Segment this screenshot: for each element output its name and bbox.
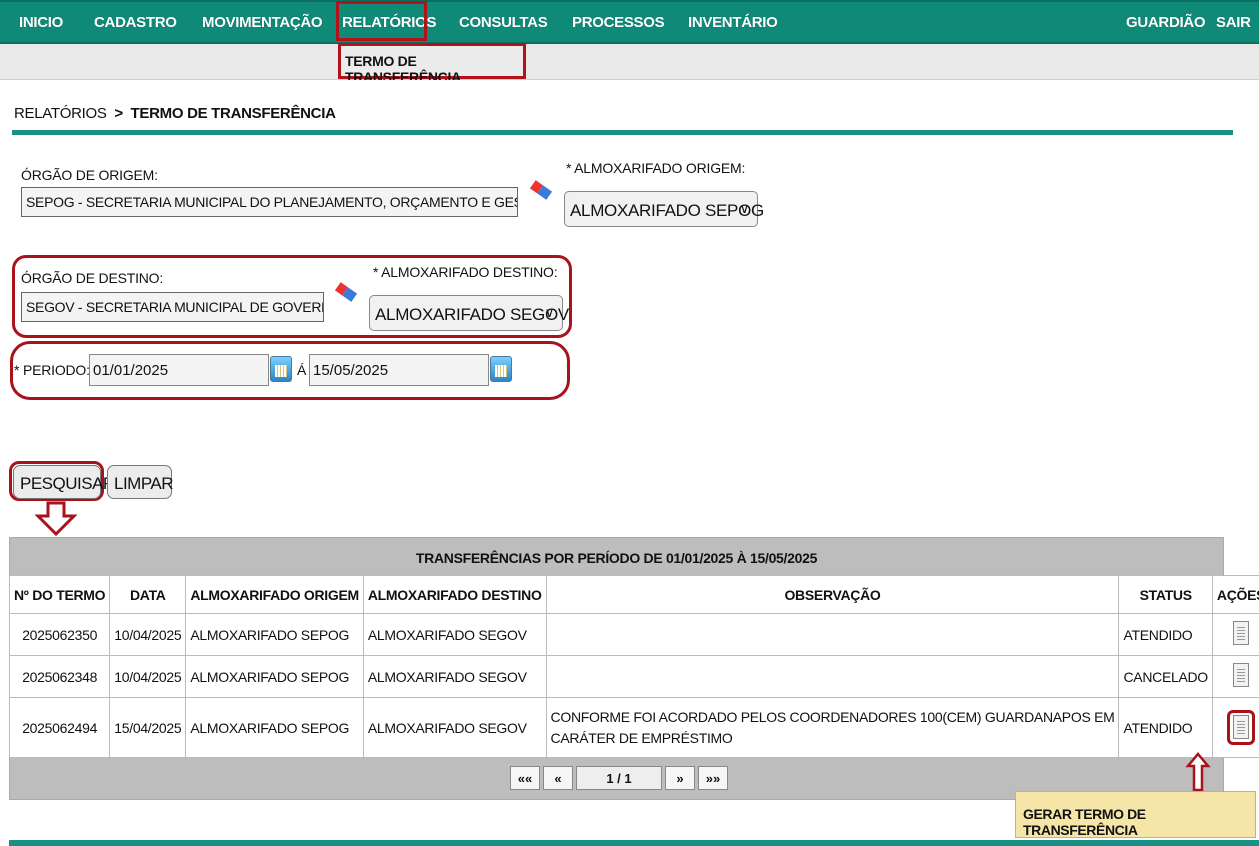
nav-sair[interactable]: SAIR — [1216, 14, 1251, 31]
periodo-fim-input[interactable]: 15/05/2025 — [309, 354, 489, 386]
col-header-destino: ALMOXARIFADO DESTINO — [362, 575, 547, 614]
periodo-separator: Á — [297, 362, 307, 378]
col-header-status: STATUS — [1118, 575, 1213, 614]
submenu-termo-transferencia[interactable]: TERMO DE TRANSFERÊNCIA — [338, 43, 526, 85]
col-header-termo: Nº DO TERMO — [8, 575, 111, 614]
nav-consultas[interactable]: CONSULTAS — [459, 14, 548, 31]
chevron-down-icon: ∨ — [544, 305, 555, 320]
almox-destino-label: * ALMOXARIFADO DESTINO: — [373, 264, 558, 280]
nav-cadastro[interactable]: CADASTRO — [94, 14, 177, 31]
cell-data: 10/04/2025 — [109, 613, 187, 656]
nav-guardiao[interactable]: GUARDIÃO — [1126, 14, 1206, 31]
col-header-data: DATA — [109, 575, 187, 614]
table-row: 2025062494 15/04/2025 ALMOXARIFADO SEPOG… — [8, 697, 1259, 758]
breadcrumb: RELATÓRIOS > TERMO DE TRANSFERÊNCIA — [14, 105, 336, 122]
gerar-termo-tooltip: GERAR TERMO DE TRANSFERÊNCIA — [1015, 791, 1256, 838]
chevron-down-icon: ∨ — [739, 201, 750, 216]
breadcrumb-separator: > — [114, 105, 123, 122]
divider — [12, 130, 1233, 135]
pesquisar-button[interactable]: PESQUISAR — [13, 465, 115, 499]
document-icon[interactable] — [1233, 663, 1250, 687]
cell-status: ATENDIDO — [1118, 697, 1213, 758]
arrow-down-icon — [35, 501, 77, 537]
cell-destino: ALMOXARIFADO SEGOV — [362, 697, 547, 758]
cell-destino: ALMOXARIFADO SEGOV — [362, 655, 547, 698]
results-title: TRANSFERÊNCIAS POR PERÍODO DE 01/01/2025… — [415, 550, 818, 566]
pagination: «« « 1 / 1 » »» — [510, 766, 728, 790]
table-row: 2025062350 10/04/2025 ALMOXARIFADO SEPOG… — [8, 613, 1259, 656]
cell-origem: ALMOXARIFADO SEPOG — [185, 697, 364, 758]
pager-prev-button[interactable]: « — [543, 766, 573, 790]
cell-termo: 2025062350 — [8, 613, 111, 656]
cell-observacao-line1: CONFORME FOI ACORDADO PELOS COORDENADORE… — [550, 708, 1115, 725]
cell-observacao — [545, 613, 1120, 656]
cell-observacao: CONFORME FOI ACORDADO PELOS COORDENADORE… — [545, 697, 1120, 758]
relatorios-highlight — [336, 1, 427, 41]
document-icon[interactable] — [1233, 715, 1250, 739]
almox-origem-select[interactable]: ALMOXARIFADO SEPOG ∨ — [564, 191, 764, 227]
col-header-acoes: AÇÕES — [1211, 575, 1259, 614]
pager-last-button[interactable]: »» — [698, 766, 728, 790]
almox-origem-label: * ALMOXARIFADO ORIGEM: — [566, 160, 746, 176]
eraser-icon[interactable] — [333, 280, 359, 304]
periodo-inicio-input[interactable]: 01/01/2025 — [89, 354, 269, 386]
cell-status: CANCELADO — [1118, 655, 1213, 698]
cell-data: 15/04/2025 — [109, 697, 187, 758]
pager-next-button[interactable]: » — [665, 766, 695, 790]
submenu-bar — [0, 44, 1259, 80]
footer-divider — [9, 840, 1259, 846]
document-icon-highlight — [1227, 710, 1256, 745]
document-icon[interactable] — [1233, 621, 1250, 645]
cell-acoes — [1211, 613, 1259, 656]
calendar-icon[interactable] — [270, 356, 292, 382]
col-header-observacao: OBSERVAÇÃO — [545, 575, 1120, 614]
breadcrumb-current: TERMO DE TRANSFERÊNCIA — [130, 105, 336, 122]
cell-status: ATENDIDO — [1118, 613, 1213, 656]
cell-observacao-line2: CARÁTER DE EMPRÉSTIMO — [550, 729, 733, 746]
cell-destino: ALMOXARIFADO SEGOV — [362, 613, 547, 656]
eraser-icon[interactable] — [528, 178, 554, 202]
orgao-origem-field[interactable]: SEPOG - SECRETARIA MUNICIPAL DO PLANEJAM… — [21, 187, 518, 217]
orgao-origem-label: ÓRGÃO DE ORIGEM: — [21, 167, 158, 183]
table-row: 2025062348 10/04/2025 ALMOXARIFADO SEPOG… — [8, 655, 1259, 698]
almox-destino-value: ALMOXARIFADO SEGOV — [375, 305, 569, 324]
cell-termo: 2025062494 — [8, 697, 111, 758]
top-navbar: INICIO CADASTRO MOVIMENTAÇÃO RELATÓRIOS … — [0, 0, 1259, 44]
almox-origem-value: ALMOXARIFADO SEPOG — [570, 201, 764, 220]
cell-termo: 2025062348 — [8, 655, 111, 698]
breadcrumb-parent[interactable]: RELATÓRIOS — [14, 105, 107, 122]
cell-observacao — [545, 655, 1120, 698]
col-header-origem: ALMOXARIFADO ORIGEM — [185, 575, 364, 614]
calendar-icon[interactable] — [490, 356, 512, 382]
almox-destino-select[interactable]: ALMOXARIFADO SEGOV ∨ — [369, 295, 569, 331]
pager-first-button[interactable]: «« — [510, 766, 540, 790]
orgao-destino-label: ÓRGÃO DE DESTINO: — [21, 270, 164, 286]
orgao-destino-field[interactable]: SEGOV - SECRETARIA MUNICIPAL DE GOVERNO — [21, 292, 324, 322]
cell-origem: ALMOXARIFADO SEPOG — [185, 655, 364, 698]
results-table: Nº DO TERMO DATA ALMOXARIFADO ORIGEM ALM… — [8, 575, 1259, 758]
limpar-button[interactable]: LIMPAR — [107, 465, 174, 499]
cell-acoes — [1211, 655, 1259, 698]
nav-inicio[interactable]: INICIO — [19, 14, 63, 31]
cell-acoes — [1211, 697, 1259, 758]
nav-inventario[interactable]: INVENTÁRIO — [688, 14, 778, 31]
nav-processos[interactable]: PROCESSOS — [572, 14, 665, 31]
periodo-label: * PERIODO: — [14, 362, 90, 378]
cell-origem: ALMOXARIFADO SEPOG — [185, 613, 364, 656]
arrow-up-icon — [1185, 752, 1211, 792]
cell-data: 10/04/2025 — [109, 655, 187, 698]
nav-movimentacao[interactable]: MOVIMENTAÇÃO — [202, 14, 323, 31]
pager-page-indicator: 1 / 1 — [576, 766, 662, 790]
